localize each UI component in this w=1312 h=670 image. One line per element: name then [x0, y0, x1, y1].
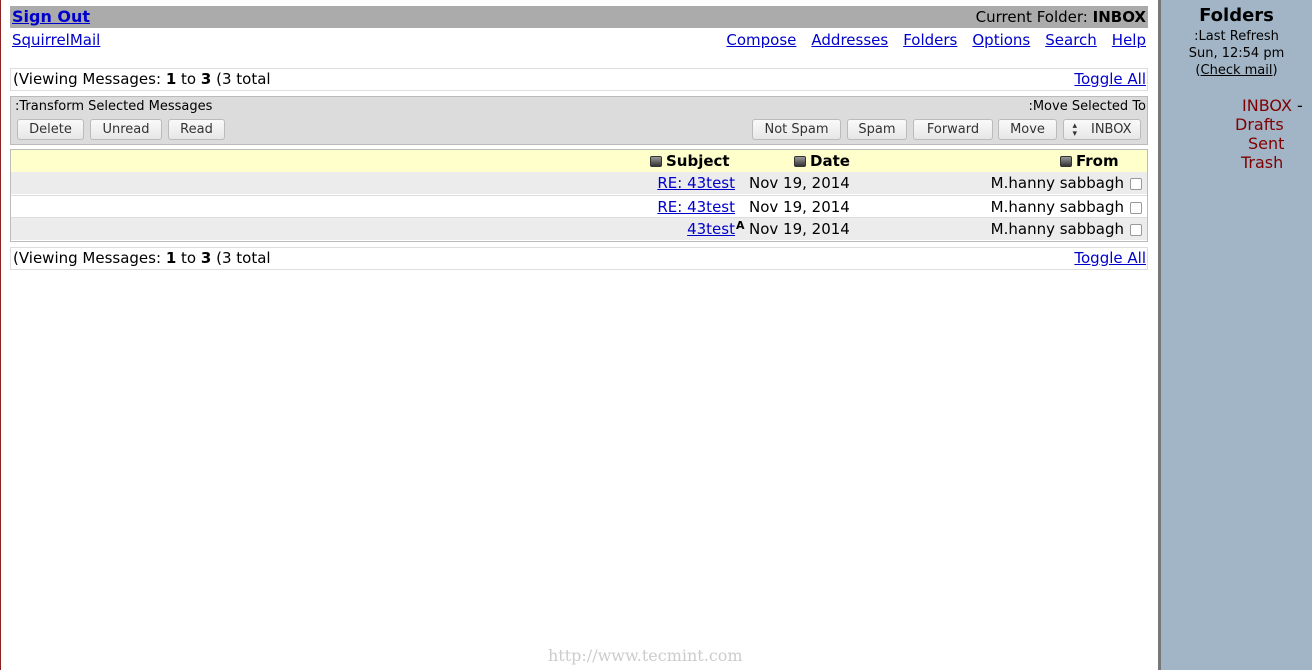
- folder-sent[interactable]: Sent: [1248, 134, 1284, 153]
- left-border: [0, 0, 1, 670]
- actions-bar: :Transform Selected Messages :Move Selec…: [10, 96, 1148, 145]
- sort-icon[interactable]: [794, 155, 806, 167]
- folders-title: Folders: [1199, 5, 1274, 26]
- spam-button[interactable]: Spam: [847, 119, 907, 140]
- main-pane: Sign Out Current Folder: INBOX SquirrelM…: [10, 0, 1148, 670]
- viewing-prefix: (Viewing Messages:: [13, 70, 162, 88]
- nav-search[interactable]: Search: [1045, 31, 1097, 49]
- message-subject-link[interactable]: 43test: [687, 220, 735, 238]
- nav-help[interactable]: Help: [1112, 31, 1146, 49]
- message-row[interactable]: RE: 43test Nov 19, 2014 M.hanny sabbagh: [11, 172, 1147, 194]
- sort-icon[interactable]: [650, 155, 662, 167]
- pager-bottom: (Viewing Messages: 1 to 3 (3 total Toggl…: [10, 247, 1148, 270]
- read-button[interactable]: Read: [168, 119, 225, 140]
- answered-flag: A: [736, 219, 745, 232]
- viewing-to-word: to: [181, 70, 197, 88]
- viewing-total: (3 total: [216, 70, 271, 88]
- message-list-header: Subject Date From: [11, 150, 1147, 172]
- message-checkbox[interactable]: [1130, 178, 1142, 190]
- folder-inbox-suffix: -: [1297, 96, 1303, 115]
- folder-drafts[interactable]: Drafts: [1235, 115, 1284, 134]
- pager-top: (Viewing Messages: 1 to 3 (3 total Toggl…: [10, 68, 1148, 91]
- message-checkbox[interactable]: [1130, 202, 1142, 214]
- message-checkbox[interactable]: [1130, 224, 1142, 236]
- message-row[interactable]: 43test A Nov 19, 2014 M.hanny sabbagh: [11, 218, 1147, 240]
- viewing-total: (3 total: [216, 249, 271, 267]
- toggle-all-link[interactable]: Toggle All: [1074, 70, 1146, 88]
- folders-sidebar: Folders :Last Refresh Sun, 12:54 pm (Che…: [1158, 0, 1312, 670]
- toggle-all-link[interactable]: Toggle All: [1074, 249, 1146, 267]
- viewing-to: 3: [200, 70, 212, 88]
- top-bar: Sign Out Current Folder: INBOX: [10, 6, 1148, 28]
- message-subject-link[interactable]: RE: 43test: [657, 174, 735, 192]
- watermark: http://www.tecmint.com: [548, 646, 743, 665]
- last-refresh-label: :Last Refresh: [1194, 29, 1279, 44]
- sort-icon[interactable]: [1060, 155, 1072, 167]
- nav-compose[interactable]: Compose: [726, 31, 796, 49]
- last-refresh-time: Sun, 12:54 pm: [1188, 46, 1285, 61]
- sort-date[interactable]: Date: [794, 152, 850, 170]
- folder-select-value: INBOX: [1090, 122, 1132, 137]
- message-from: M.hanny sabbagh: [990, 198, 1124, 216]
- main-nav: Compose Addresses Folders Options Search…: [726, 31, 1146, 49]
- nav-folders[interactable]: Folders: [903, 31, 957, 49]
- transform-label: :Transform Selected Messages: [15, 99, 213, 114]
- message-date: Nov 19, 2014: [749, 220, 850, 238]
- current-folder-label: Current Folder:: [975, 8, 1088, 26]
- nav-options[interactable]: Options: [972, 31, 1030, 49]
- viewing-from: 1: [165, 249, 177, 267]
- folder-trash[interactable]: Trash: [1241, 153, 1283, 172]
- folder-select[interactable]: ▴ ▾ INBOX: [1063, 119, 1141, 140]
- paren-close: ): [1272, 63, 1278, 78]
- message-from: M.hanny sabbagh: [990, 174, 1124, 192]
- folder-inbox-label[interactable]: INBOX: [1242, 96, 1292, 115]
- not-spam-button[interactable]: Not Spam: [752, 119, 841, 140]
- column-subject: Subject: [666, 152, 730, 170]
- nav-addresses[interactable]: Addresses: [811, 31, 888, 49]
- move-label: :Move Selected To: [1028, 99, 1146, 114]
- viewing-to-word: to: [181, 249, 197, 267]
- delete-button[interactable]: Delete: [17, 119, 84, 140]
- viewing-prefix: (Viewing Messages:: [13, 249, 162, 267]
- current-folder-name: INBOX: [1092, 8, 1146, 26]
- message-subject-link[interactable]: RE: 43test: [657, 198, 735, 216]
- move-button[interactable]: Move: [998, 119, 1057, 140]
- column-date: Date: [810, 152, 850, 170]
- sort-from[interactable]: From: [1060, 152, 1119, 170]
- message-list: Subject Date From RE: 43test Nov 19, 201…: [10, 149, 1148, 242]
- message-date: Nov 19, 2014: [749, 174, 850, 192]
- folder-inbox[interactable]: INBOX -: [1242, 96, 1303, 115]
- forward-button[interactable]: Forward: [913, 119, 993, 140]
- viewing-from: 1: [165, 70, 177, 88]
- sort-subject[interactable]: Subject: [650, 152, 730, 170]
- viewing-to: 3: [200, 249, 212, 267]
- viewing-status: (Viewing Messages: 1 to 3 (3 total: [13, 70, 271, 88]
- message-date: Nov 19, 2014: [749, 198, 850, 216]
- current-folder: Current Folder: INBOX: [976, 8, 1146, 26]
- viewing-status: (Viewing Messages: 1 to 3 (3 total: [13, 249, 271, 267]
- check-mail: (Check mail): [1161, 62, 1312, 79]
- message-from: M.hanny sabbagh: [990, 220, 1124, 238]
- select-arrows-icon: ▴ ▾: [1072, 120, 1077, 139]
- column-from: From: [1076, 152, 1119, 170]
- sign-out-link[interactable]: Sign Out: [12, 7, 90, 26]
- check-mail-link[interactable]: Check mail: [1201, 63, 1273, 78]
- squirrelmail-link[interactable]: SquirrelMail: [12, 31, 100, 49]
- message-row[interactable]: RE: 43test Nov 19, 2014 M.hanny sabbagh: [11, 195, 1147, 218]
- unread-button[interactable]: Unread: [90, 119, 162, 140]
